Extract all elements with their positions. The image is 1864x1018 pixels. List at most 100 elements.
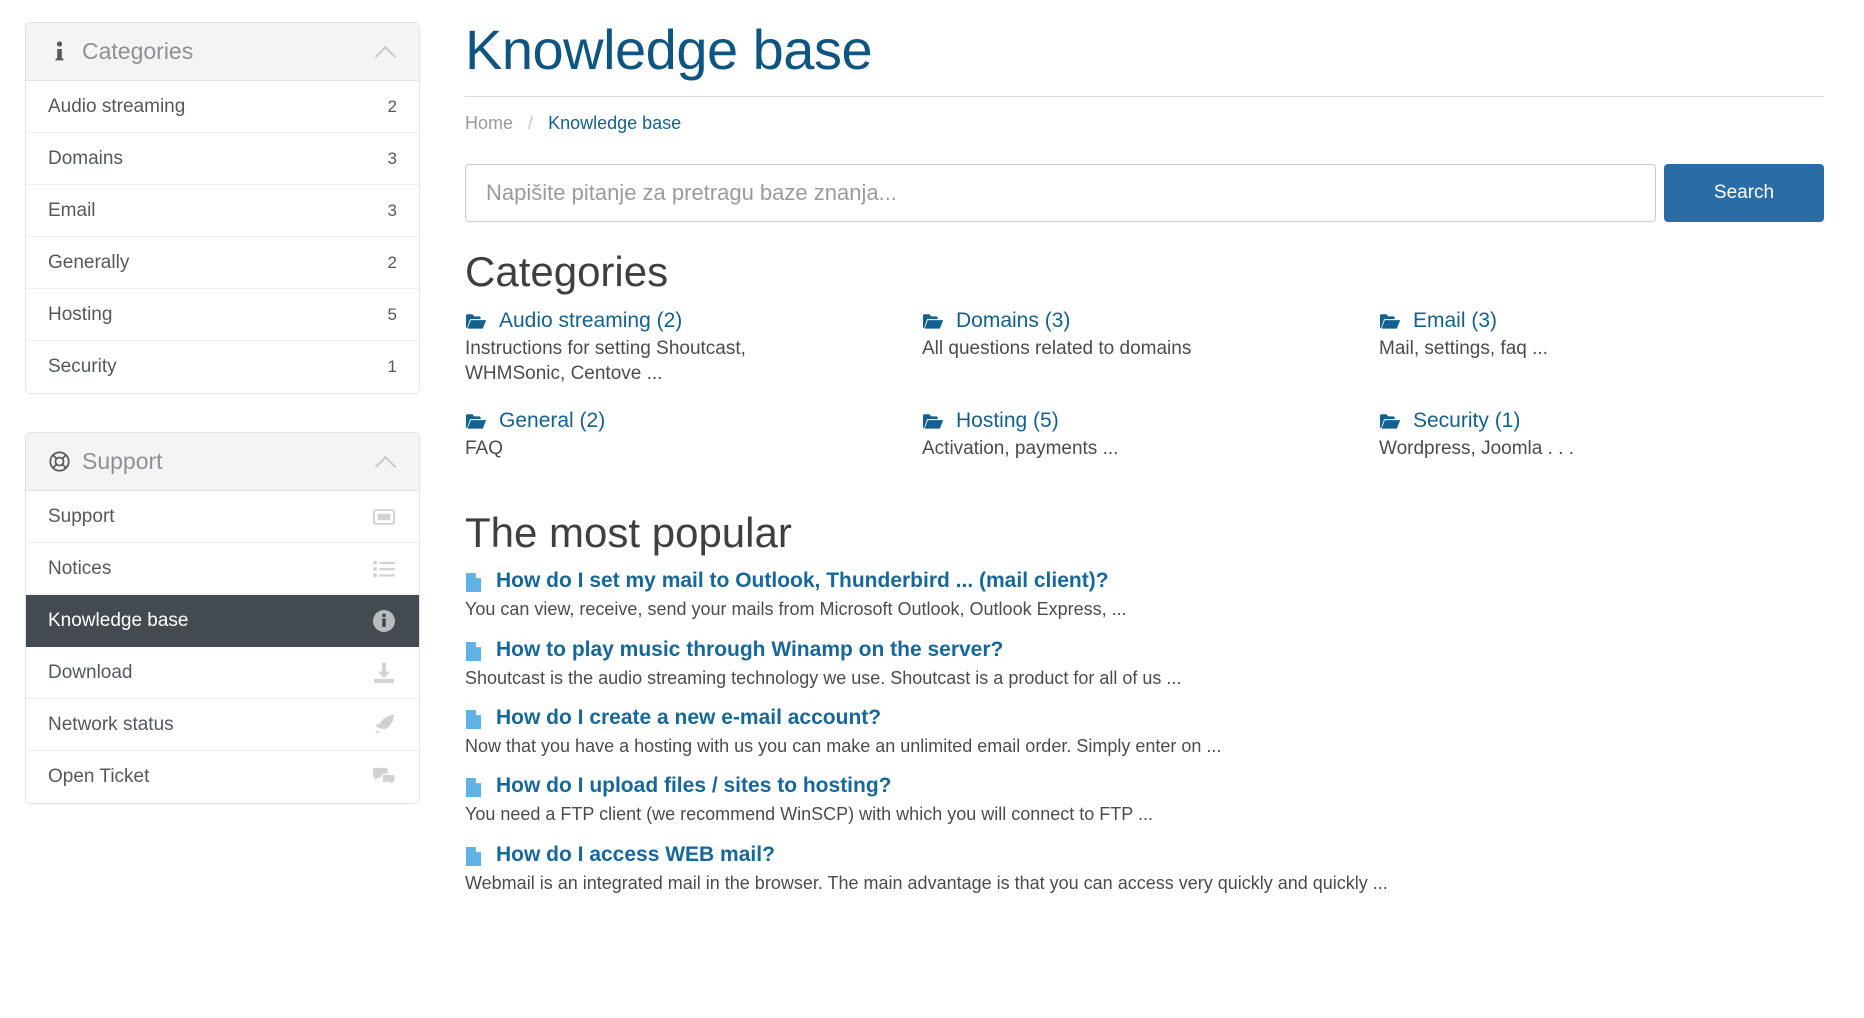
rocket-icon — [371, 712, 397, 738]
article-title: How to play music through Winamp on the … — [496, 637, 1004, 661]
search-input[interactable] — [465, 164, 1656, 223]
category-label: Audio streaming — [48, 95, 186, 117]
folder-open-icon — [1379, 312, 1405, 336]
sidebar: Categories Audio streaming 2 Domains 3 E… — [0, 0, 445, 1018]
info-icon — [48, 40, 70, 63]
category-link-label: Email (3) — [1413, 308, 1498, 332]
comments-icon — [371, 764, 397, 790]
category-link-label: General (2) — [499, 408, 606, 432]
article-link-winamp[interactable]: How to play music through Winamp on the … — [465, 638, 1824, 665]
categories-panel: Categories Audio streaming 2 Domains 3 E… — [25, 22, 420, 394]
category-label: Email — [48, 199, 96, 221]
article-link-upload-files[interactable]: How do I upload files / sites to hosting… — [465, 774, 1824, 801]
article-excerpt: Webmail is an integrated mail in the bro… — [465, 872, 1388, 893]
article-link-create-email[interactable]: How do I create a new e-mail account? — [465, 706, 1824, 733]
category-label: Hosting — [48, 303, 113, 325]
sidebar-item-download[interactable]: Download — [26, 647, 419, 699]
article-title: How do I set my mail to Outlook, Thunder… — [496, 569, 1109, 593]
folder-open-icon — [465, 412, 491, 436]
support-panel-title: Support — [82, 448, 163, 474]
category-description: All questions related to domains — [922, 337, 1192, 359]
category-card: Audio streaming (2) Instructions for set… — [465, 309, 910, 409]
sidebar-item-label: Support — [48, 505, 115, 527]
categories-panel-header[interactable]: Categories — [26, 23, 419, 81]
popular-articles-list: How do I set my mail to Outlook, Thunder… — [465, 569, 1824, 895]
sidebar-item-label: Open Ticket — [48, 766, 150, 787]
category-description: Activation, payments ... — [922, 437, 1119, 459]
sidebar-category-email[interactable]: Email 3 — [26, 185, 419, 237]
search-form: Search — [465, 164, 1824, 223]
categories-grid: Audio streaming (2) Instructions for set… — [465, 309, 1824, 501]
category-card: Domains (3) All questions related to dom… — [922, 309, 1367, 409]
search-button[interactable]: Search — [1664, 164, 1824, 223]
article-excerpt: Now that you have a hosting with us you … — [465, 736, 1222, 757]
sidebar-item-notices[interactable]: Notices — [26, 543, 419, 595]
category-card: Security (1) Wordpress, Joomla . . . — [1379, 409, 1824, 501]
category-label: Generally — [48, 251, 130, 273]
document-icon — [465, 777, 487, 804]
folder-open-icon — [1379, 412, 1405, 436]
category-description: Instructions for setting Shoutcast, WHMS… — [465, 337, 746, 385]
category-link-security[interactable]: Security (1) — [1379, 409, 1824, 433]
article-link-web-mail[interactable]: How do I access WEB mail? — [465, 843, 1824, 870]
article-title: How do I access WEB mail? — [496, 842, 775, 866]
sidebar-item-knowledge-base[interactable]: Knowledge base — [26, 595, 419, 647]
article-excerpt: Shoutcast is the audio streaming technol… — [465, 667, 1182, 688]
article-item: How do I create a new e-mail account? No… — [465, 706, 1824, 758]
main-content: Knowledge base Home / Knowledge base Sea… — [445, 0, 1864, 1018]
breadcrumb-separator: / — [528, 113, 534, 134]
info-circle-icon — [371, 608, 397, 634]
category-link-email[interactable]: Email (3) — [1379, 309, 1824, 333]
support-panel: Support Support Notices Knowledge base D… — [25, 432, 420, 804]
sidebar-category-generally[interactable]: Generally 2 — [26, 237, 419, 289]
category-count: 3 — [387, 200, 397, 220]
sidebar-category-hosting[interactable]: Hosting 5 — [26, 289, 419, 341]
category-description: Mail, settings, faq ... — [1379, 337, 1548, 359]
category-description: Wordpress, Joomla . . . — [1379, 437, 1574, 459]
folder-open-icon — [922, 312, 948, 336]
sidebar-category-security[interactable]: Security 1 — [26, 341, 419, 393]
breadcrumb: Home / Knowledge base — [465, 113, 1824, 134]
chevron-up-icon[interactable] — [375, 41, 397, 63]
category-link-label: Hosting (5) — [956, 408, 1059, 432]
category-link-hosting[interactable]: Hosting (5) — [922, 409, 1367, 433]
support-list: Support Notices Knowledge base Download … — [26, 491, 419, 803]
breadcrumb-current[interactable]: Knowledge base — [548, 113, 681, 133]
breadcrumb-home[interactable]: Home — [465, 113, 513, 133]
sidebar-item-open-ticket[interactable]: Open Ticket — [26, 751, 419, 803]
sidebar-item-label: Download — [48, 661, 133, 683]
category-link-domains[interactable]: Domains (3) — [922, 309, 1367, 333]
page-root: Categories Audio streaming 2 Domains 3 E… — [0, 0, 1864, 1018]
sidebar-category-domains[interactable]: Domains 3 — [26, 133, 419, 185]
category-link-general[interactable]: General (2) — [465, 409, 910, 433]
article-item: How to play music through Winamp on the … — [465, 638, 1824, 690]
sidebar-category-audio-streaming[interactable]: Audio streaming 2 — [26, 81, 419, 133]
sidebar-item-network-status[interactable]: Network status — [26, 699, 419, 751]
popular-section-title: The most popular — [465, 508, 792, 556]
categories-section-title: Categories — [465, 248, 669, 296]
category-description: FAQ — [465, 437, 504, 459]
category-link-label: Audio streaming (2) — [499, 308, 683, 332]
category-link-label: Security (1) — [1413, 408, 1521, 432]
article-item: How do I upload files / sites to hosting… — [465, 774, 1824, 826]
life-ring-icon — [48, 451, 70, 472]
article-item: How do I access WEB mail? Webmail is an … — [465, 843, 1824, 895]
chevron-up-icon[interactable] — [375, 451, 397, 473]
categories-list: Audio streaming 2 Domains 3 Email 3 Gene… — [26, 81, 419, 393]
sidebar-item-support[interactable]: Support — [26, 491, 419, 543]
categories-panel-title: Categories — [82, 38, 194, 64]
category-count: 2 — [387, 96, 397, 116]
sidebar-item-label: Knowledge base — [48, 609, 189, 631]
article-link-outlook-thunderbird[interactable]: How do I set my mail to Outlook, Thunder… — [465, 569, 1824, 596]
category-link-audio-streaming[interactable]: Audio streaming (2) — [465, 309, 910, 333]
document-icon — [465, 709, 487, 736]
document-icon — [465, 846, 487, 873]
folder-open-icon — [465, 312, 491, 336]
article-excerpt: You need a FTP client (we recommend WinS… — [465, 804, 1153, 825]
category-count: 5 — [387, 304, 397, 324]
article-title: How do I create a new e-mail account? — [496, 706, 882, 730]
category-card: General (2) FAQ — [465, 409, 910, 501]
ticket-icon — [371, 504, 397, 530]
support-panel-header[interactable]: Support — [26, 433, 419, 491]
category-label: Domains — [48, 147, 123, 169]
